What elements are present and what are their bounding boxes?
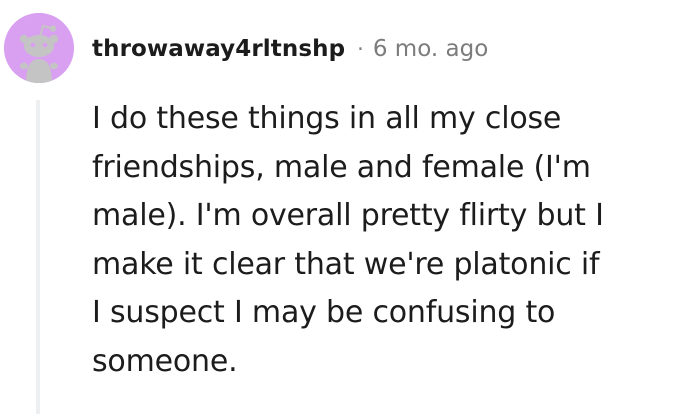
comment-meta: throwaway4rltnshp · 6 mo. ago	[92, 31, 488, 67]
avatar[interactable]	[4, 13, 74, 83]
comment-body-line: make it clear that we're platonic if	[92, 246, 600, 282]
comment-body-line: someone.	[92, 343, 238, 379]
comment-timestamp[interactable]: 6 mo. ago	[373, 36, 488, 62]
comment-body-line: I suspect I may be confusing to	[92, 295, 556, 330]
comment-body: I do these things in all my close friend…	[92, 95, 692, 386]
snoo-avatar-icon	[4, 13, 74, 83]
author-username[interactable]: throwaway4rltnshp	[92, 36, 345, 62]
comment-body-line: I do these things in all my close	[92, 101, 562, 136]
meta-separator: ·	[357, 37, 364, 61]
comment: throwaway4rltnshp · 6 mo. ago I do these…	[0, 0, 700, 414]
comment-body-line: friendships, male and female (I'm	[92, 149, 591, 185]
comment-body-line: male). I'm overall pretty flirty but I	[92, 198, 604, 233]
thread-line[interactable]	[36, 100, 40, 414]
